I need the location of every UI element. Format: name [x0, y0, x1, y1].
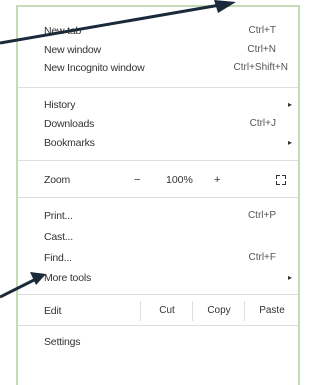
annotation-arrows: [0, 0, 236, 299]
annotation-arrow-find: [0, 272, 46, 299]
annotation-arrow-top: [0, 0, 236, 45]
